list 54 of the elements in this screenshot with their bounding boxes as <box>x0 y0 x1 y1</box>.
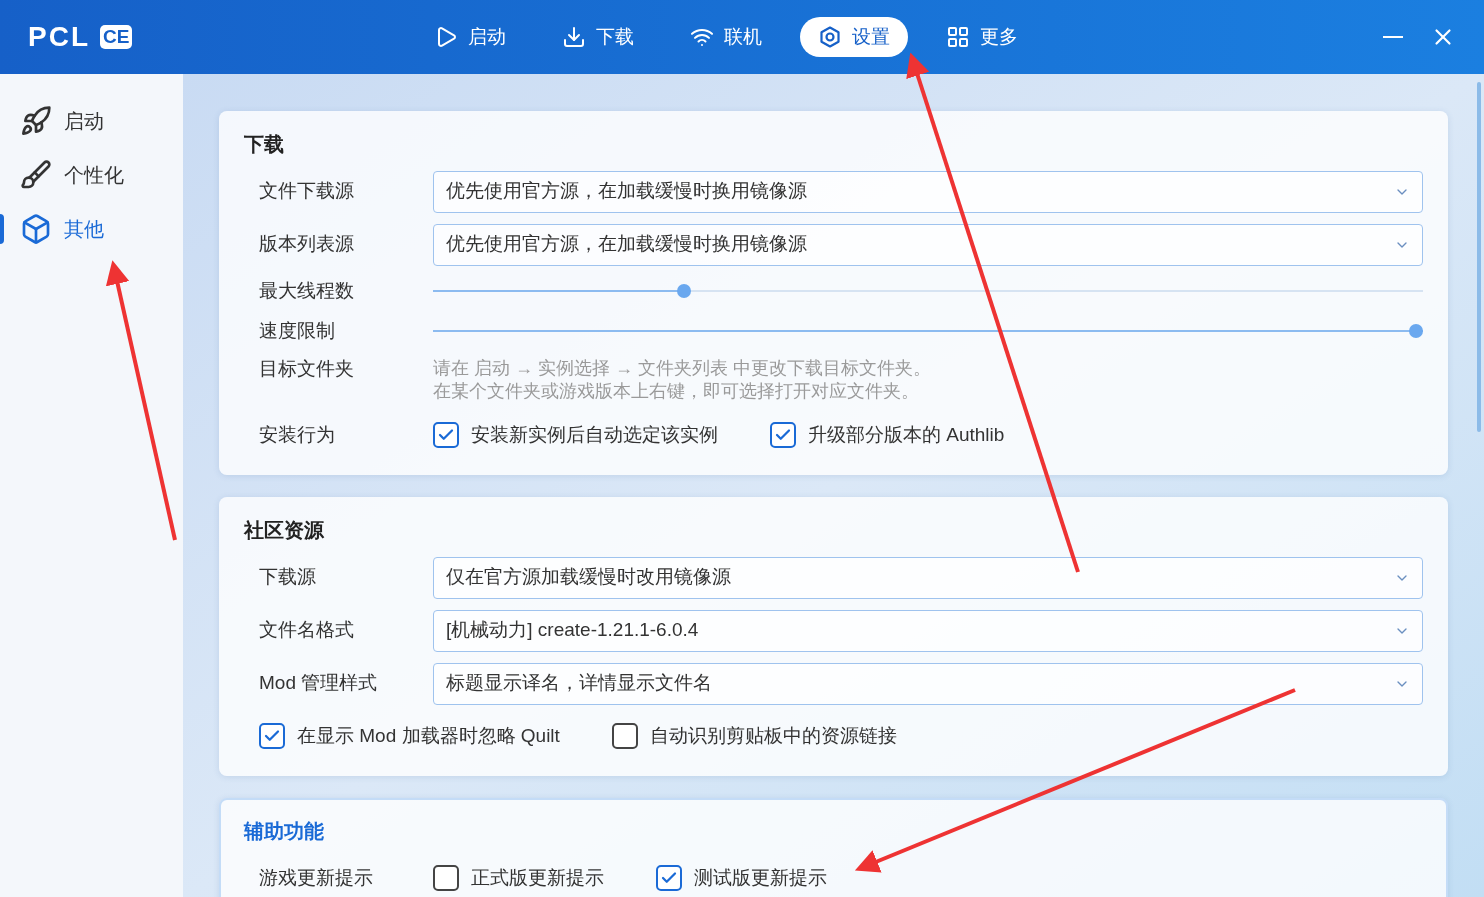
scrollbar[interactable] <box>1477 82 1481 432</box>
dropdown[interactable]: [机械动力] create-1.21.1-6.0.4 <box>433 609 1423 652</box>
brush-icon <box>20 159 52 191</box>
setting-label: 游戏更新提示 <box>259 865 374 890</box>
section-title: 社区资源 <box>244 518 325 543</box>
setting-label: 目标文件夹 <box>259 357 355 381</box>
checkbox[interactable] <box>656 865 682 891</box>
minimize-icon <box>1383 36 1403 38</box>
nav-tab[interactable]: 下载 <box>544 17 652 57</box>
dropdown[interactable]: 优先使用官方源，在加载缓慢时换用镜像源 <box>433 223 1423 266</box>
setting-label: 文件下载源 <box>259 179 355 204</box>
section-title: 辅助功能 <box>244 819 325 844</box>
nav-tab[interactable]: 设置 <box>800 17 908 57</box>
checkbox[interactable] <box>433 865 459 891</box>
checkbox-option[interactable]: 测试版更新提示 <box>656 863 827 893</box>
setting-label: 最大线程数 <box>259 278 355 303</box>
slider-thumb[interactable] <box>1409 324 1423 338</box>
hexagon-icon <box>818 25 842 49</box>
setting-label: 下载源 <box>259 565 317 590</box>
app-name: PCL <box>28 20 90 54</box>
rocket-icon <box>20 105 52 137</box>
hint-text: 在某个文件夹或游戏版本上右键，即可选择打开对应文件夹。 <box>433 380 920 403</box>
dropdown[interactable]: 优先使用官方源，在加载缓慢时换用镜像源 <box>433 170 1423 213</box>
checkbox-option[interactable]: 正式版更新提示 <box>433 863 604 893</box>
checkbox-option[interactable]: 安装新实例后自动选定该实例 <box>433 420 718 450</box>
cube-icon <box>20 213 52 245</box>
slider-track[interactable] <box>433 283 1423 299</box>
section-title: 下载 <box>244 132 285 157</box>
checkbox[interactable] <box>433 422 459 448</box>
dropdown[interactable]: 仅在官方源加载缓慢时改用镜像源 <box>433 556 1423 599</box>
checkbox[interactable] <box>770 422 796 448</box>
checkbox-option[interactable]: 自动识别剪贴板中的资源链接 <box>611 721 897 751</box>
hint-text: 请在 启动 → 实例选择 → 文件夹列表 中更改下载目标文件夹。 <box>433 357 931 380</box>
download-icon <box>562 25 586 49</box>
nav-tab[interactable]: 更多 <box>928 17 1036 57</box>
sidebar-item[interactable]: 个性化 <box>0 148 183 202</box>
nav-tab[interactable]: 启动 <box>416 17 524 57</box>
setting-label: Mod 管理样式 <box>259 671 379 696</box>
checkbox-option[interactable]: 在显示 Mod 加载器时忽略 Quilt <box>259 721 560 751</box>
checkbox[interactable] <box>259 723 285 749</box>
edition-badge: CE <box>100 25 133 49</box>
dropdown[interactable]: 标题显示译名，详情显示文件名 <box>433 662 1423 705</box>
setting-label: 版本列表源 <box>259 232 355 257</box>
checkbox[interactable] <box>611 723 638 749</box>
setting-label: 安装行为 <box>259 422 336 447</box>
slider-thumb[interactable] <box>677 284 691 298</box>
sidebar-item[interactable]: 启动 <box>0 94 183 148</box>
checkbox-option[interactable]: 升级部分版本的 Authlib <box>770 420 1005 450</box>
slider-track[interactable] <box>433 323 1423 339</box>
sidebar-item[interactable]: 其他 <box>0 202 183 256</box>
grid-icon <box>946 25 970 49</box>
nav-tab[interactable]: 联机 <box>672 17 780 57</box>
setting-label: 速度限制 <box>259 318 336 343</box>
setting-label: 文件名格式 <box>259 618 355 643</box>
